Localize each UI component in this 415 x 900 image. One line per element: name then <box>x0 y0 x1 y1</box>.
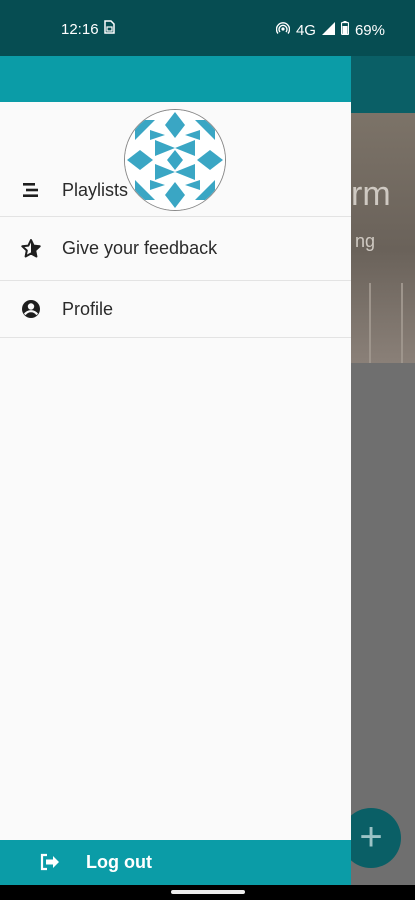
hotspot-icon <box>275 21 291 39</box>
star-icon <box>20 238 42 260</box>
account-icon <box>20 298 42 320</box>
logout-icon <box>40 853 60 871</box>
status-time: 12:16 <box>61 21 99 38</box>
background-hero-title: rm <box>351 175 391 213</box>
navigation-drawer: Playlists Give your feedback Profile Log… <box>0 56 351 885</box>
background-hero-subtitle: ng <box>355 231 376 251</box>
network-type: 4G <box>295 21 316 39</box>
menu-item-profile[interactable]: Profile <box>0 281 351 338</box>
drawer-menu: Playlists Give your feedback Profile <box>0 164 351 338</box>
battery-icon <box>340 21 350 39</box>
system-navigation-bar <box>0 885 415 900</box>
list-icon <box>20 179 42 201</box>
drawer-header <box>0 56 351 102</box>
logout-button[interactable]: Log out <box>0 840 351 885</box>
menu-item-label: Playlists <box>62 179 129 200</box>
menu-item-feedback[interactable]: Give your feedback <box>0 217 351 281</box>
sim-icon <box>104 20 115 37</box>
signal-icon <box>321 21 335 39</box>
menu-item-playlists[interactable]: Playlists <box>0 164 351 217</box>
logout-label: Log out <box>86 852 152 872</box>
status-bar: 12:16 4G 69% <box>0 0 415 56</box>
menu-item-label: Give your feedback <box>62 238 218 258</box>
hero-decoration <box>369 283 371 363</box>
battery-level: 69% <box>354 21 385 39</box>
hero-decoration <box>401 283 403 363</box>
menu-item-label: Profile <box>62 298 114 319</box>
background-hero-image: rm ng <box>351 113 415 363</box>
home-gesture-handle[interactable] <box>171 890 245 894</box>
